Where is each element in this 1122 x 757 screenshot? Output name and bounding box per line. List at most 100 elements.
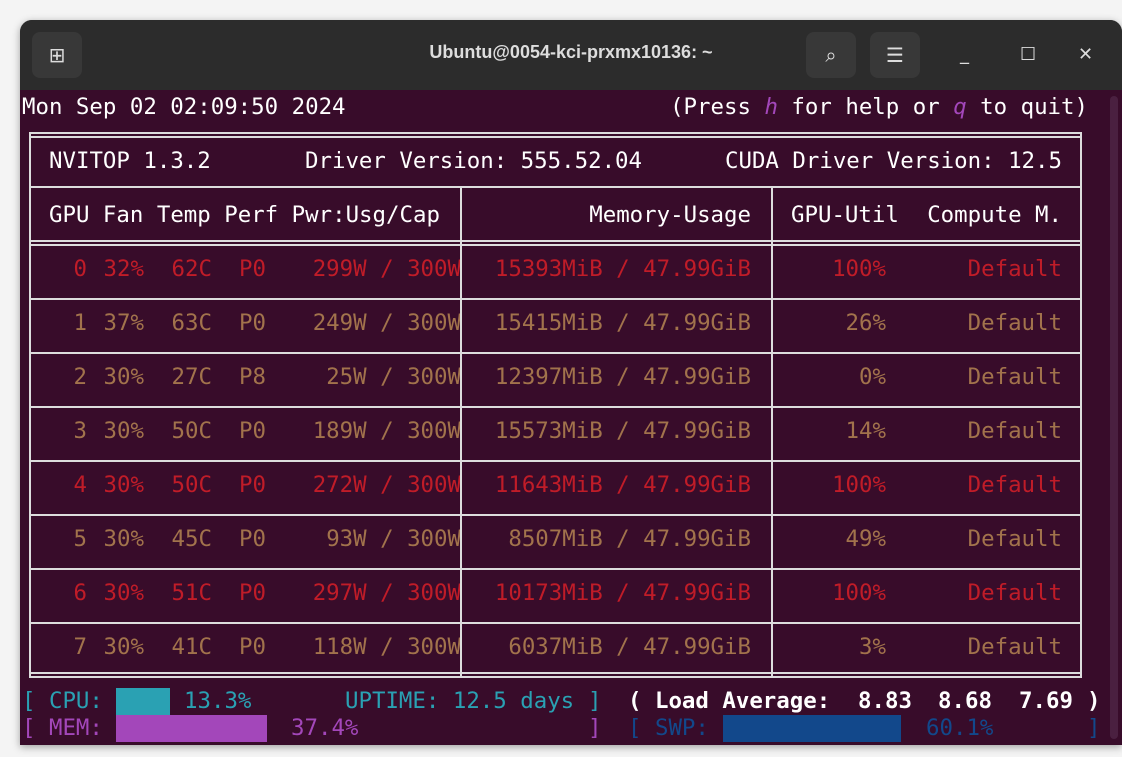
temperature: 50C <box>171 418 212 444</box>
mem-line: [ MEM: <box>22 715 103 742</box>
gpu-util: 49% <box>845 526 886 552</box>
gpu-util: 14% <box>845 418 886 444</box>
maximize-button[interactable]: ☐ <box>1020 44 1036 65</box>
temperature: 41C <box>171 634 212 660</box>
table-border <box>771 186 773 678</box>
search-button[interactable]: ⌕ <box>806 32 856 78</box>
temperature: 45C <box>171 526 212 552</box>
hamburger-icon: ☰ <box>886 43 904 67</box>
terminal-content[interactable]: Mon Sep 02 02:09:50 2024 (Press h for he… <box>20 90 1122 745</box>
bracket: [ <box>628 715 642 741</box>
bracket: ] <box>588 688 602 714</box>
perf-state: P8 <box>239 364 266 390</box>
power-usage: 118W / 300W <box>312 634 461 660</box>
memory-usage: 15573MiB / 47.99GiB <box>494 418 751 444</box>
memory-usage: 11643MiB / 47.99GiB <box>494 472 751 498</box>
table-border <box>29 186 1082 188</box>
perf-state: P0 <box>239 472 266 498</box>
fan-speed: 30% <box>103 634 144 660</box>
power-usage: 297W / 300W <box>312 580 461 606</box>
minimize-button[interactable]: _ <box>960 44 969 65</box>
perf-state: P0 <box>239 634 266 660</box>
cpu-bar <box>116 688 170 715</box>
fan-speed: 30% <box>103 364 144 390</box>
memory-usage: 15393MiB / 47.99GiB <box>494 256 751 282</box>
window-title: Ubuntu@0054-kci-prxmx10136: ~ <box>429 42 713 62</box>
memory-usage: 6037MiB / 47.99GiB <box>508 634 751 660</box>
help-text: for help or <box>777 94 954 120</box>
scrollbar[interactable] <box>1110 96 1118 739</box>
cpu-value: 13.3% <box>184 688 252 714</box>
cpu-line: [ CPU: <box>22 688 103 715</box>
datetime: Mon Sep 02 02:09:50 2024 <box>22 94 346 120</box>
cuda-version: CUDA Driver Version: 12.5 <box>724 148 1062 174</box>
fan-speed: 30% <box>103 526 144 552</box>
memory-usage: 10173MiB / 47.99GiB <box>494 580 751 606</box>
memory-usage: 15415MiB / 47.99GiB <box>494 310 751 336</box>
temperature: 51C <box>171 580 212 606</box>
load-5m: 8.68 <box>938 688 992 714</box>
perf-state: P0 <box>239 580 266 606</box>
table-border <box>29 672 1082 674</box>
table-border <box>29 240 1082 242</box>
gpu-util: 0% <box>859 364 886 390</box>
gpu-id: 6 <box>73 580 87 606</box>
table-border <box>29 136 1082 138</box>
perf-state: P0 <box>239 310 266 336</box>
title-bar: ⊞ Ubuntu@0054-kci-prxmx10136: ~ ⌕ ☰ _ ☐ … <box>20 20 1122 90</box>
bracket: [ <box>22 715 36 741</box>
memory-usage: 12397MiB / 47.99GiB <box>494 364 751 390</box>
gpu-id: 4 <box>73 472 87 498</box>
swp-value: 60.1% <box>926 715 994 741</box>
gpu-id: 5 <box>73 526 87 552</box>
table-border <box>1080 132 1082 678</box>
column-header-left: GPU Fan Temp Perf Pwr:Usg/Cap <box>49 202 440 228</box>
table-border <box>29 460 1082 462</box>
table-border <box>29 132 1082 134</box>
temperature: 63C <box>171 310 212 336</box>
fan-speed: 37% <box>103 310 144 336</box>
gpu-id: 1 <box>73 310 87 336</box>
load-1m: 8.83 <box>858 688 912 714</box>
column-header-util: GPU-Util <box>791 202 899 228</box>
temperature: 27C <box>171 364 212 390</box>
driver-version: Driver Version: 555.52.04 <box>305 148 643 174</box>
close-button[interactable]: ✕ <box>1078 44 1093 65</box>
bracket: ] <box>1087 715 1101 741</box>
power-usage: 25W / 300W <box>326 364 461 390</box>
help-text: (Press <box>670 94 765 120</box>
mem-bar <box>116 715 268 742</box>
menu-button[interactable]: ☰ <box>870 32 920 78</box>
help-key: h <box>764 94 778 120</box>
swp-label: SWP: <box>654 715 709 741</box>
gpu-id: 3 <box>73 418 87 444</box>
compute-mode: Default <box>967 526 1062 552</box>
fan-speed: 32% <box>103 256 144 282</box>
search-icon: ⌕ <box>825 43 837 67</box>
compute-mode: Default <box>967 634 1062 660</box>
power-usage: 272W / 300W <box>312 472 461 498</box>
table-border <box>29 298 1082 300</box>
cpu-label: CPU: <box>48 688 103 714</box>
nvitop-version: NVITOP 1.3.2 <box>49 148 211 174</box>
load-15m: 7.69 <box>1019 688 1073 714</box>
gpu-util: 3% <box>859 634 886 660</box>
gpu-id: 0 <box>73 256 87 282</box>
column-header-compute: Compute M. <box>927 202 1062 228</box>
compute-mode: Default <box>967 580 1062 606</box>
swp-line: [ SWP: <box>628 715 709 742</box>
bracket: ] <box>588 715 602 741</box>
compute-mode: Default <box>967 418 1062 444</box>
perf-state: P0 <box>239 526 266 552</box>
gpu-util: 100% <box>832 580 886 606</box>
column-header-memory: Memory-Usage <box>589 202 751 228</box>
table-border <box>29 622 1082 624</box>
fan-speed: 30% <box>103 580 144 606</box>
power-usage: 299W / 300W <box>312 256 461 282</box>
temperature: 50C <box>171 472 212 498</box>
compute-mode: Default <box>967 256 1062 282</box>
mem-value: 37.4% <box>291 715 359 741</box>
temperature: 62C <box>171 256 212 282</box>
table-border <box>460 186 462 678</box>
compute-mode: Default <box>967 472 1062 498</box>
